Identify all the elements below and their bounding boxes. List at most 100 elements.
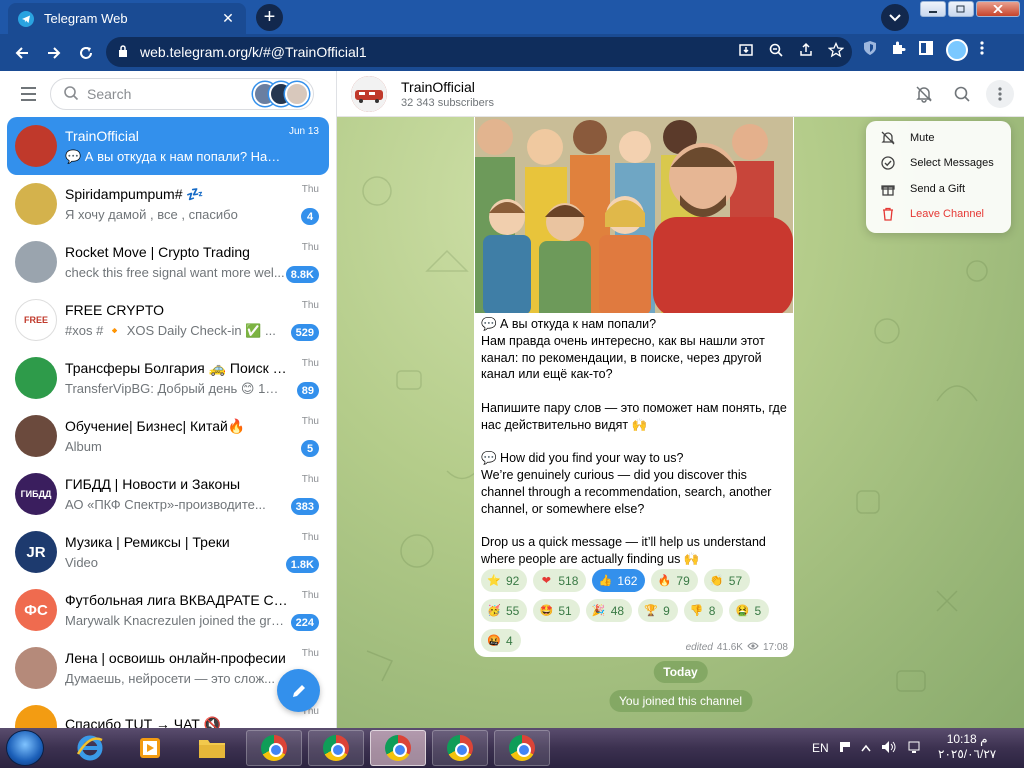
chrome-taskbar-icon-active[interactable]	[370, 730, 426, 766]
trash-icon	[880, 206, 896, 222]
stories-avatars[interactable]	[253, 82, 309, 106]
chat-body: Футбольная лига ВКВАДРАТЕ Chat Marywalk K…	[65, 592, 321, 628]
zoom-icon[interactable]	[768, 42, 784, 61]
browser-menu-icon[interactable]	[980, 40, 984, 60]
install-app-icon[interactable]	[738, 42, 754, 61]
chat-preview: TransferVipBG: Добрый день 😊 12 и...	[65, 380, 285, 396]
window-close-button[interactable]	[976, 1, 1020, 17]
chat-header[interactable]: TrainOfficial 32 343 subscribers	[337, 71, 1024, 117]
reaction-emoji-icon: ❤	[541, 575, 551, 587]
lock-icon[interactable]	[118, 44, 128, 60]
chrome-taskbar-icon[interactable]	[308, 730, 364, 766]
search-input[interactable]	[87, 86, 237, 102]
media-player-taskbar-icon[interactable]	[122, 730, 178, 766]
chrome-taskbar-icon[interactable]	[494, 730, 550, 766]
chat-time: Thu	[301, 184, 319, 195]
reaction-count: 48	[610, 603, 625, 618]
minimize-button[interactable]	[920, 1, 946, 17]
post-illustration[interactable]	[475, 117, 793, 313]
menu-item-send-a-gift[interactable]: Send a Gift	[866, 176, 1011, 202]
unread-badge: 529	[290, 324, 319, 341]
reaction-chip[interactable]: ❤ 518	[533, 569, 587, 592]
chat-preview: #xos # 🔸 XOS Daily Check-in ✅ ...	[65, 322, 276, 338]
channel-info[interactable]: TrainOfficial 32 343 subscribers	[401, 79, 494, 109]
chat-list-item[interactable]: Rocket Move | Crypto Trading check this f…	[7, 233, 329, 291]
chat-preview: Album	[65, 439, 102, 454]
story-avatar[interactable]	[285, 82, 309, 106]
chat-body: FREE CRYPTO #xos # 🔸 XOS Daily Check-in ✅…	[65, 302, 321, 339]
profile-avatar[interactable]	[946, 39, 968, 61]
extensions-puzzle-icon[interactable]	[890, 40, 906, 60]
menu-item-leave-channel[interactable]: Leave Channel	[866, 202, 1011, 228]
tab-close-icon[interactable]: ✕	[220, 10, 236, 27]
file-explorer-taskbar-icon[interactable]	[184, 730, 240, 766]
more-options-icon[interactable]	[986, 80, 1014, 108]
reaction-chip[interactable]: 🥳 55	[481, 599, 528, 622]
chrome-taskbar-icon[interactable]	[432, 730, 488, 766]
mute-bell-icon[interactable]	[910, 80, 938, 108]
tray-chevron-icon[interactable]	[861, 741, 871, 755]
forward-arrow-icon[interactable]	[38, 37, 70, 69]
reaction-chip[interactable]: ⭐ 92	[481, 569, 528, 592]
chat-time: Thu	[301, 648, 319, 659]
language-indicator[interactable]: EN	[812, 741, 829, 755]
restore-button[interactable]	[948, 1, 974, 17]
tab-search-chevron-icon[interactable]	[881, 4, 909, 31]
browser-tab[interactable]: Telegram Web ✕	[8, 3, 246, 34]
menu-item-mute[interactable]: Mute	[866, 125, 1011, 151]
reaction-count: 4	[506, 633, 513, 648]
url-text[interactable]: web.telegram.org/k/#@TrainOfficial1	[140, 44, 367, 60]
chat-title: Spiridampumpum# 💤	[65, 186, 204, 202]
reaction-chip[interactable]: 🤮 5	[729, 599, 770, 622]
taskbar-clock[interactable]: 10:18 م ٢٠٢٥/٠٦/٢٧	[938, 732, 996, 762]
chat-list-item[interactable]: ФС Футбольная лига ВКВАДРАТЕ Chat Marywalk…	[7, 581, 329, 639]
new-tab-button[interactable]: +	[256, 4, 283, 31]
reaction-chip[interactable]: 👏 57	[703, 569, 751, 592]
tray-flag-icon[interactable]	[839, 741, 851, 756]
chat-avatar	[15, 241, 57, 283]
chat-avatar	[15, 125, 57, 167]
shield-extension-icon[interactable]	[862, 40, 878, 60]
chat-list-item[interactable]: JR Музика | Ремиксы | Треки Video Thu 1.8K	[7, 523, 329, 581]
hamburger-menu-icon[interactable]	[14, 80, 42, 108]
address-bar[interactable]: web.telegram.org/k/#@TrainOfficial1	[106, 37, 852, 67]
reaction-chip[interactable]: 👍 162	[592, 569, 646, 592]
volume-icon[interactable]	[881, 740, 897, 757]
reaction-chip[interactable]: 👎 8	[683, 599, 724, 622]
search-box[interactable]	[50, 78, 314, 110]
chat-list-item[interactable]: ГИБДД ГИБДД | Новости и Законы АО «ПКФ Спе…	[7, 465, 329, 523]
menu-item-select-messages[interactable]: Select Messages	[866, 151, 1011, 177]
channel-avatar[interactable]	[351, 75, 387, 112]
reaction-chip[interactable]: 🔥 79	[651, 569, 698, 592]
share-icon[interactable]	[798, 42, 814, 61]
sidepanel-icon[interactable]	[918, 40, 934, 60]
search-icon	[63, 85, 79, 104]
channel-post[interactable]: 💬 А вы откуда к нам попали? Нам правда о…	[474, 117, 794, 657]
chat-list-item[interactable]: Spiridampumpum# 💤 Я хочу дамой , все , сп…	[7, 175, 329, 233]
start-button[interactable]	[6, 730, 44, 766]
reaction-emoji-icon: 👍	[598, 575, 613, 587]
chat-avatar: ФС	[15, 589, 57, 631]
chat-list-item[interactable]: FREE FREE CRYPTO #xos # 🔸 XOS Daily Check-…	[7, 291, 329, 349]
unread-badge: 4	[301, 208, 319, 225]
reaction-chip[interactable]: 🤬 4	[481, 629, 521, 652]
reload-icon[interactable]	[70, 37, 102, 69]
search-icon[interactable]	[948, 80, 976, 108]
reaction-chip[interactable]: 🏆 9	[638, 599, 678, 622]
network-icon[interactable]	[907, 740, 923, 757]
reaction-count: 79	[676, 573, 690, 588]
internet-explorer-taskbar-icon[interactable]	[62, 730, 118, 766]
chat-list-item[interactable]: Обучение| Бизнес| Китай🔥 Album Thu 5	[7, 407, 329, 465]
reaction-chip[interactable]: 🤩 51	[533, 599, 580, 622]
chat-list: TrainOfficial 💬 А вы откуда к нам попали?…	[0, 117, 336, 728]
chat-title: Спасибо TUT → ЧАТ 🔇	[65, 715, 222, 729]
chat-list-item[interactable]: Трансферы Болгария 🚕 Поиск попу... Transf…	[7, 349, 329, 407]
new-message-button[interactable]	[277, 669, 320, 712]
reaction-chip[interactable]: 🎉 48	[585, 599, 633, 622]
reaction-emoji-icon: 🥳	[487, 605, 501, 617]
chat-list-item[interactable]: TrainOfficial 💬 А вы откуда к нам попали?…	[7, 117, 329, 175]
bookmark-star-icon[interactable]	[827, 41, 845, 61]
back-arrow-icon[interactable]	[6, 37, 38, 69]
chrome-taskbar-icon[interactable]	[246, 730, 302, 766]
chat-preview: 💬 А вы откуда к нам попали? Нам п...	[65, 148, 285, 164]
